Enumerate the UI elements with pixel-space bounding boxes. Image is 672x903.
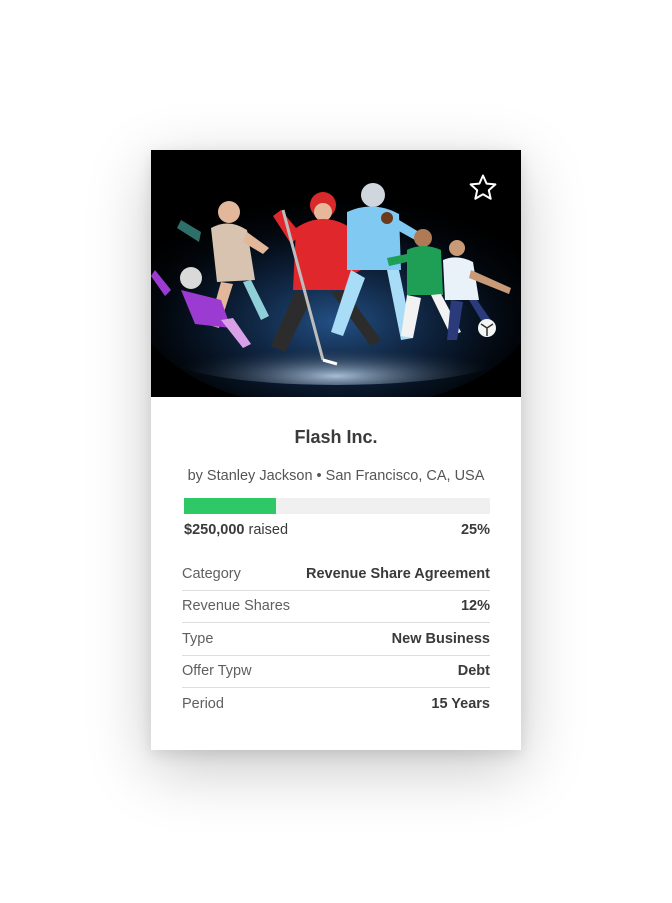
detail-row-revenue-shares: Revenue Shares 12% bbox=[182, 591, 490, 623]
company-byline: by Stanley Jackson • San Francisco, CA, … bbox=[187, 468, 485, 484]
sports-athletes-image bbox=[151, 150, 521, 397]
detail-row-period: Period 15 Years bbox=[182, 688, 490, 720]
hero-image bbox=[151, 150, 521, 397]
detail-value: Revenue Share Agreement bbox=[305, 565, 490, 582]
funding-percent: 25% bbox=[460, 522, 490, 538]
detail-label: Period bbox=[182, 695, 224, 712]
company-title: Flash Inc. bbox=[294, 427, 378, 447]
page: Flash Inc. by Stanley Jackson • San Fran… bbox=[0, 0, 672, 903]
detail-value: 15 Years bbox=[431, 695, 490, 712]
funding-progress-bar bbox=[184, 498, 490, 514]
card-body: Flash Inc. by Stanley Jackson • San Fran… bbox=[151, 397, 521, 720]
raised-amount-group: $250,000 raised bbox=[184, 520, 288, 540]
detail-row-category: Category Revenue Share Agreement bbox=[182, 558, 490, 591]
details-list: Category Revenue Share Agreement Revenue… bbox=[182, 558, 490, 720]
detail-label: Offer Typw bbox=[182, 663, 252, 680]
campaign-card[interactable]: Flash Inc. by Stanley Jackson • San Fran… bbox=[151, 150, 521, 750]
star-outline-icon bbox=[469, 174, 497, 200]
detail-row-offer-type: Offer Typw Debt bbox=[182, 656, 490, 688]
funding-progress-fill bbox=[184, 498, 276, 514]
favorite-star-button[interactable] bbox=[467, 172, 499, 204]
detail-label: Type bbox=[182, 630, 214, 647]
detail-label: Category bbox=[182, 565, 241, 582]
detail-label: Revenue Shares bbox=[182, 598, 291, 615]
raised-amount: $250,000 bbox=[184, 522, 245, 538]
funding-summary: $250,000 raised 25% bbox=[184, 520, 490, 540]
detail-value: New Business bbox=[391, 630, 490, 647]
raised-label: raised bbox=[248, 522, 289, 538]
detail-row-type: Type New Business bbox=[182, 623, 490, 656]
detail-value: Debt bbox=[457, 663, 490, 680]
detail-value: 12% bbox=[460, 598, 490, 615]
